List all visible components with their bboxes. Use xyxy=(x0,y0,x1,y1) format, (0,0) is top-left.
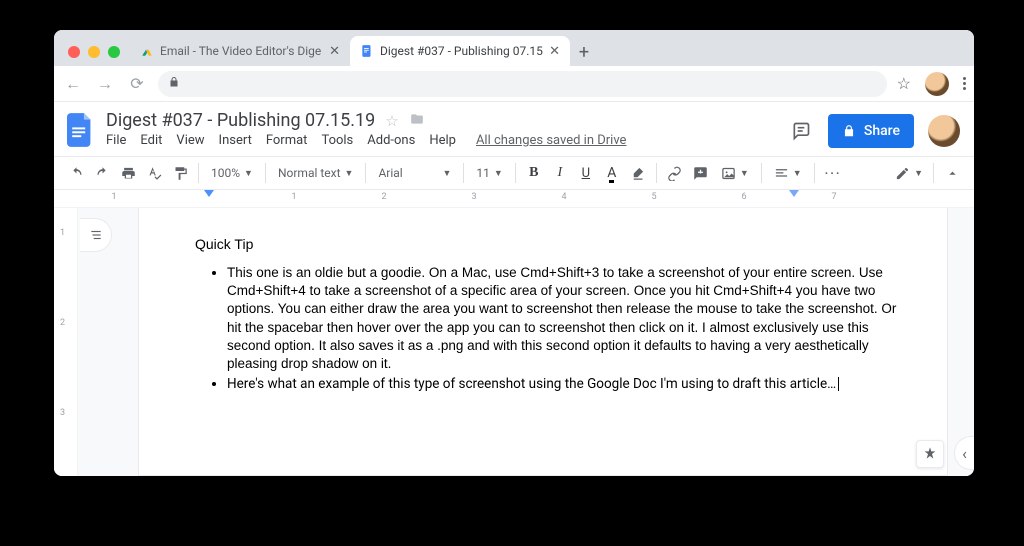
undo-icon[interactable] xyxy=(64,161,88,185)
menu-format[interactable]: Format xyxy=(266,133,308,148)
indent-marker-left[interactable] xyxy=(204,190,214,197)
menu-view[interactable]: View xyxy=(176,133,204,148)
back-button[interactable]: ← xyxy=(62,74,84,94)
insert-link-icon[interactable] xyxy=(663,161,687,185)
star-icon[interactable]: ☆ xyxy=(385,112,398,130)
align-button[interactable]: ▼ xyxy=(768,166,808,181)
profile-avatar[interactable] xyxy=(925,72,949,96)
format-toolbar: 100%▼ Normal text▼ Arial▼ 11▼ B I U A ▼ … xyxy=(54,156,974,190)
doc-heading: Quick Tip xyxy=(195,236,901,252)
menu-addons[interactable]: Add-ons xyxy=(367,133,415,148)
outline-toggle-icon[interactable] xyxy=(80,218,112,252)
bold-button[interactable]: B xyxy=(522,161,546,185)
minimize-window-icon[interactable] xyxy=(88,46,100,58)
forward-button[interactable]: → xyxy=(94,74,116,94)
paint-format-icon[interactable] xyxy=(168,161,192,185)
more-tools-icon[interactable]: ··· xyxy=(821,161,846,185)
ruler-num: 1 xyxy=(111,192,116,202)
insert-comment-icon[interactable] xyxy=(689,161,713,185)
close-window-icon[interactable] xyxy=(68,46,80,58)
highlight-button[interactable] xyxy=(626,161,650,185)
ruler-num: 3 xyxy=(471,192,476,202)
close-tab-icon[interactable]: ✕ xyxy=(549,44,560,59)
ruler-num: 4 xyxy=(561,192,566,202)
menu-edit[interactable]: Edit xyxy=(140,133,162,148)
ruler-num: 1 xyxy=(291,192,296,202)
hide-menus-icon[interactable] xyxy=(940,161,964,185)
docs-favicon-icon xyxy=(360,44,374,58)
document-area: 1 2 3 Quick Tip This one is an oldie but… xyxy=(54,208,974,476)
ruler-num: 2 xyxy=(381,192,386,202)
chrome-menu-icon[interactable] xyxy=(963,77,966,90)
spellcheck-icon[interactable] xyxy=(142,161,166,185)
menu-insert[interactable]: Insert xyxy=(219,133,252,148)
tab-email[interactable]: Email - The Video Editor's Dige ✕ xyxy=(130,36,350,66)
comments-icon[interactable] xyxy=(788,119,814,143)
window-controls xyxy=(62,46,130,66)
bookmark-icon[interactable]: ☆ xyxy=(897,74,911,93)
drive-favicon-icon xyxy=(140,44,154,58)
editing-mode-button[interactable]: ▼ xyxy=(891,161,927,185)
tab-digest[interactable]: Digest #037 - Publishing 07.15 ✕ xyxy=(350,36,570,66)
new-tab-button[interactable]: + xyxy=(570,38,598,66)
menu-tools[interactable]: Tools xyxy=(321,133,353,148)
vertical-ruler[interactable]: 1 2 3 xyxy=(54,208,78,476)
italic-button[interactable]: I xyxy=(548,161,572,185)
print-icon[interactable] xyxy=(116,161,140,185)
docs-header: Digest #037 - Publishing 07.15.19 ☆ File… xyxy=(54,102,974,150)
lock-icon xyxy=(168,76,180,92)
font-select[interactable]: Arial▼ xyxy=(372,166,457,180)
browser-window: Email - The Video Editor's Dige ✕ Digest… xyxy=(54,30,974,476)
toolbar-row: ← → ⟳ ☆ xyxy=(54,66,974,102)
horizontal-ruler[interactable]: 1 1 2 3 4 5 6 7 xyxy=(54,190,974,208)
list-item: This one is an oldie but a goodie. On a … xyxy=(227,264,901,373)
tab-title: Digest #037 - Publishing 07.15 xyxy=(380,44,543,58)
share-label: Share xyxy=(864,123,900,139)
share-button[interactable]: Share xyxy=(828,114,914,148)
document-page[interactable]: Quick Tip This one is an oldie but a goo… xyxy=(138,208,948,476)
text-color-button[interactable]: A xyxy=(600,161,624,185)
reload-button[interactable]: ⟳ xyxy=(126,74,148,93)
text-cursor xyxy=(838,377,839,391)
save-status[interactable]: All changes saved in Drive xyxy=(476,133,627,148)
tab-strip: Email - The Video Editor's Dige ✕ Digest… xyxy=(54,30,974,66)
document-title[interactable]: Digest #037 - Publishing 07.15.19 xyxy=(106,110,375,131)
insert-image-icon[interactable]: ▼ xyxy=(715,166,755,181)
list-item: Here's what an example of this type of s… xyxy=(227,375,901,393)
zoom-select[interactable]: 100%▼ xyxy=(205,166,259,180)
side-panel-toggle-icon[interactable]: ‹ xyxy=(954,436,974,470)
menu-bar: File Edit View Insert Format Tools Add-o… xyxy=(106,133,778,148)
font-size-select[interactable]: 11▼ xyxy=(470,166,508,180)
underline-button[interactable]: U xyxy=(574,161,598,185)
explore-button[interactable] xyxy=(916,440,944,468)
close-tab-icon[interactable]: ✕ xyxy=(329,44,340,59)
redo-icon[interactable] xyxy=(90,161,114,185)
docs-home-icon[interactable] xyxy=(64,110,96,150)
menu-file[interactable]: File xyxy=(106,133,126,148)
indent-marker-right[interactable] xyxy=(789,190,799,197)
zoom-window-icon[interactable] xyxy=(108,46,120,58)
address-bar[interactable] xyxy=(158,71,887,97)
ruler-num: 5 xyxy=(651,192,656,202)
style-select[interactable]: Normal text▼ xyxy=(272,166,360,180)
doc-bullet-list: This one is an oldie but a goodie. On a … xyxy=(195,264,901,394)
tab-title: Email - The Video Editor's Dige xyxy=(160,44,323,58)
menu-help[interactable]: Help xyxy=(429,133,456,148)
move-folder-icon[interactable] xyxy=(409,112,425,130)
ruler-num: 7 xyxy=(831,192,836,202)
account-avatar[interactable] xyxy=(928,115,960,147)
ruler-num: 6 xyxy=(741,192,746,202)
